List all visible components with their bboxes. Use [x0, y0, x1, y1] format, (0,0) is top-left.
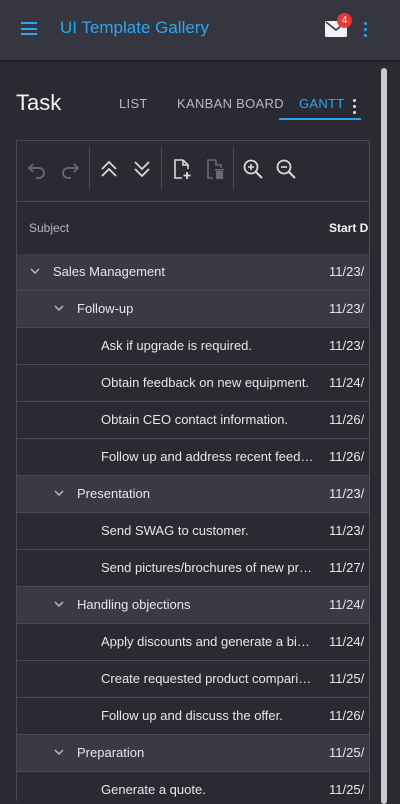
- task-group-row[interactable]: Preparation 11/25/: [17, 735, 369, 772]
- column-header-subject[interactable]: Subject: [29, 221, 69, 235]
- task-start-date: 11/23/: [329, 523, 365, 538]
- app-bar: UI Template Gallery 4: [0, 0, 400, 60]
- chevron-down-icon[interactable]: [53, 598, 65, 610]
- active-tab-indicator: [279, 118, 361, 120]
- task-start-date: 11/26/: [329, 449, 365, 464]
- task-subject: Send pictures/brochures of new pr…: [101, 560, 312, 575]
- task-group-row[interactable]: Presentation 11/23/: [17, 476, 369, 513]
- toolbar-divider: [233, 147, 234, 189]
- chevron-down-icon[interactable]: [29, 265, 41, 277]
- redo-icon[interactable]: [58, 157, 82, 181]
- task-start-date: 11/27/: [329, 560, 365, 575]
- chevron-down-icon[interactable]: [53, 302, 65, 314]
- gantt-toolbar: [17, 141, 369, 202]
- task-start-date: 11/26/: [329, 412, 365, 427]
- task-row[interactable]: Obtain CEO contact information. 11/26/: [17, 402, 369, 439]
- add-task-icon[interactable]: [169, 157, 193, 181]
- expand-all-icon[interactable]: [130, 157, 154, 181]
- task-start-date: 11/23/: [329, 338, 365, 353]
- task-row[interactable]: Send SWAG to customer. 11/23/: [17, 513, 369, 550]
- task-subject: Create requested product compari…: [101, 671, 312, 686]
- notification-badge: 4: [337, 13, 352, 28]
- task-subject: Generate a quote.: [101, 782, 206, 797]
- zoom-in-icon[interactable]: [241, 157, 265, 181]
- gantt-panel: Subject Start D Sales Management 11/23/Fo…: [16, 140, 370, 801]
- toolbar-divider: [89, 147, 90, 189]
- task-group-row[interactable]: Handling objections 11/24/: [17, 587, 369, 624]
- page-title: Task: [16, 90, 62, 115]
- task-group-row[interactable]: Sales Management 11/23/: [17, 254, 369, 291]
- task-row[interactable]: Follow up and discuss the offer. 11/26/: [17, 698, 369, 735]
- task-start-date: 11/24/: [329, 375, 365, 390]
- collapse-all-icon[interactable]: [97, 157, 121, 181]
- delete-task-icon[interactable]: [202, 157, 226, 181]
- task-group-row[interactable]: Follow-up 11/23/: [17, 291, 369, 328]
- tabs-more-icon[interactable]: [351, 99, 357, 115]
- task-start-date: 11/25/: [329, 745, 365, 760]
- tab-kanban-board[interactable]: KANBAN BOARD: [177, 88, 284, 120]
- task-start-date: 11/23/: [329, 486, 365, 501]
- grid-header: Subject Start D: [17, 202, 369, 255]
- task-subject: Obtain CEO contact information.: [101, 412, 289, 427]
- task-row[interactable]: Generate a quote. 11/25/: [17, 772, 369, 801]
- task-subject: Preparation: [77, 745, 145, 760]
- task-start-date: 11/23/: [329, 264, 365, 279]
- chevron-down-icon[interactable]: [53, 487, 65, 499]
- task-start-date: 11/24/: [329, 597, 365, 612]
- task-subject: Sales Management: [53, 264, 166, 279]
- chevron-down-icon[interactable]: [53, 746, 65, 758]
- tab-list[interactable]: LIST: [119, 88, 148, 120]
- task-row[interactable]: Apply discounts and generate a bin… 11/24…: [17, 624, 369, 661]
- task-start-date: 11/25/: [329, 782, 365, 797]
- app-title: UI Template Gallery: [60, 18, 209, 37]
- scrollbar[interactable]: [378, 64, 400, 804]
- task-subject: Handling objections: [77, 597, 191, 612]
- task-subject: Follow-up: [77, 301, 134, 316]
- tab-gantt[interactable]: GANTT: [299, 88, 345, 120]
- task-row[interactable]: Obtain feedback on new equipment. 11/24/: [17, 365, 369, 402]
- task-row[interactable]: Ask if upgrade is required. 11/23/: [17, 328, 369, 365]
- task-subject: Presentation: [77, 486, 150, 501]
- task-subject: Send SWAG to customer.: [101, 523, 249, 538]
- task-start-date: 11/24/: [329, 634, 365, 649]
- task-row[interactable]: Send pictures/brochures of new pr… 11/27/: [17, 550, 369, 587]
- task-subject: Follow up and address recent feed…: [101, 449, 314, 464]
- task-subject: Ask if upgrade is required.: [101, 338, 253, 353]
- task-start-date: 11/23/: [329, 301, 365, 316]
- menu-icon[interactable]: [21, 22, 37, 36]
- undo-icon[interactable]: [25, 157, 49, 181]
- task-start-date: 11/26/: [329, 708, 365, 723]
- task-grid-body: Sales Management 11/23/Follow-up 11/23/Ask…: [17, 254, 369, 801]
- task-row[interactable]: Follow up and address recent feed… 11/26/: [17, 439, 369, 476]
- toolbar-divider: [161, 147, 162, 189]
- zoom-out-icon[interactable]: [274, 157, 298, 181]
- scrollbar-thumb[interactable]: [381, 68, 387, 804]
- task-row[interactable]: Create requested product compari… 11/25/: [17, 661, 369, 698]
- task-start-date: 11/25/: [329, 671, 365, 686]
- task-subject: Follow up and discuss the offer.: [101, 708, 283, 723]
- task-subject: Obtain feedback on new equipment.: [101, 375, 310, 390]
- more-options-icon[interactable]: [362, 22, 368, 38]
- column-header-start-date[interactable]: Start D: [329, 221, 368, 235]
- task-subject: Apply discounts and generate a bin…: [101, 634, 317, 649]
